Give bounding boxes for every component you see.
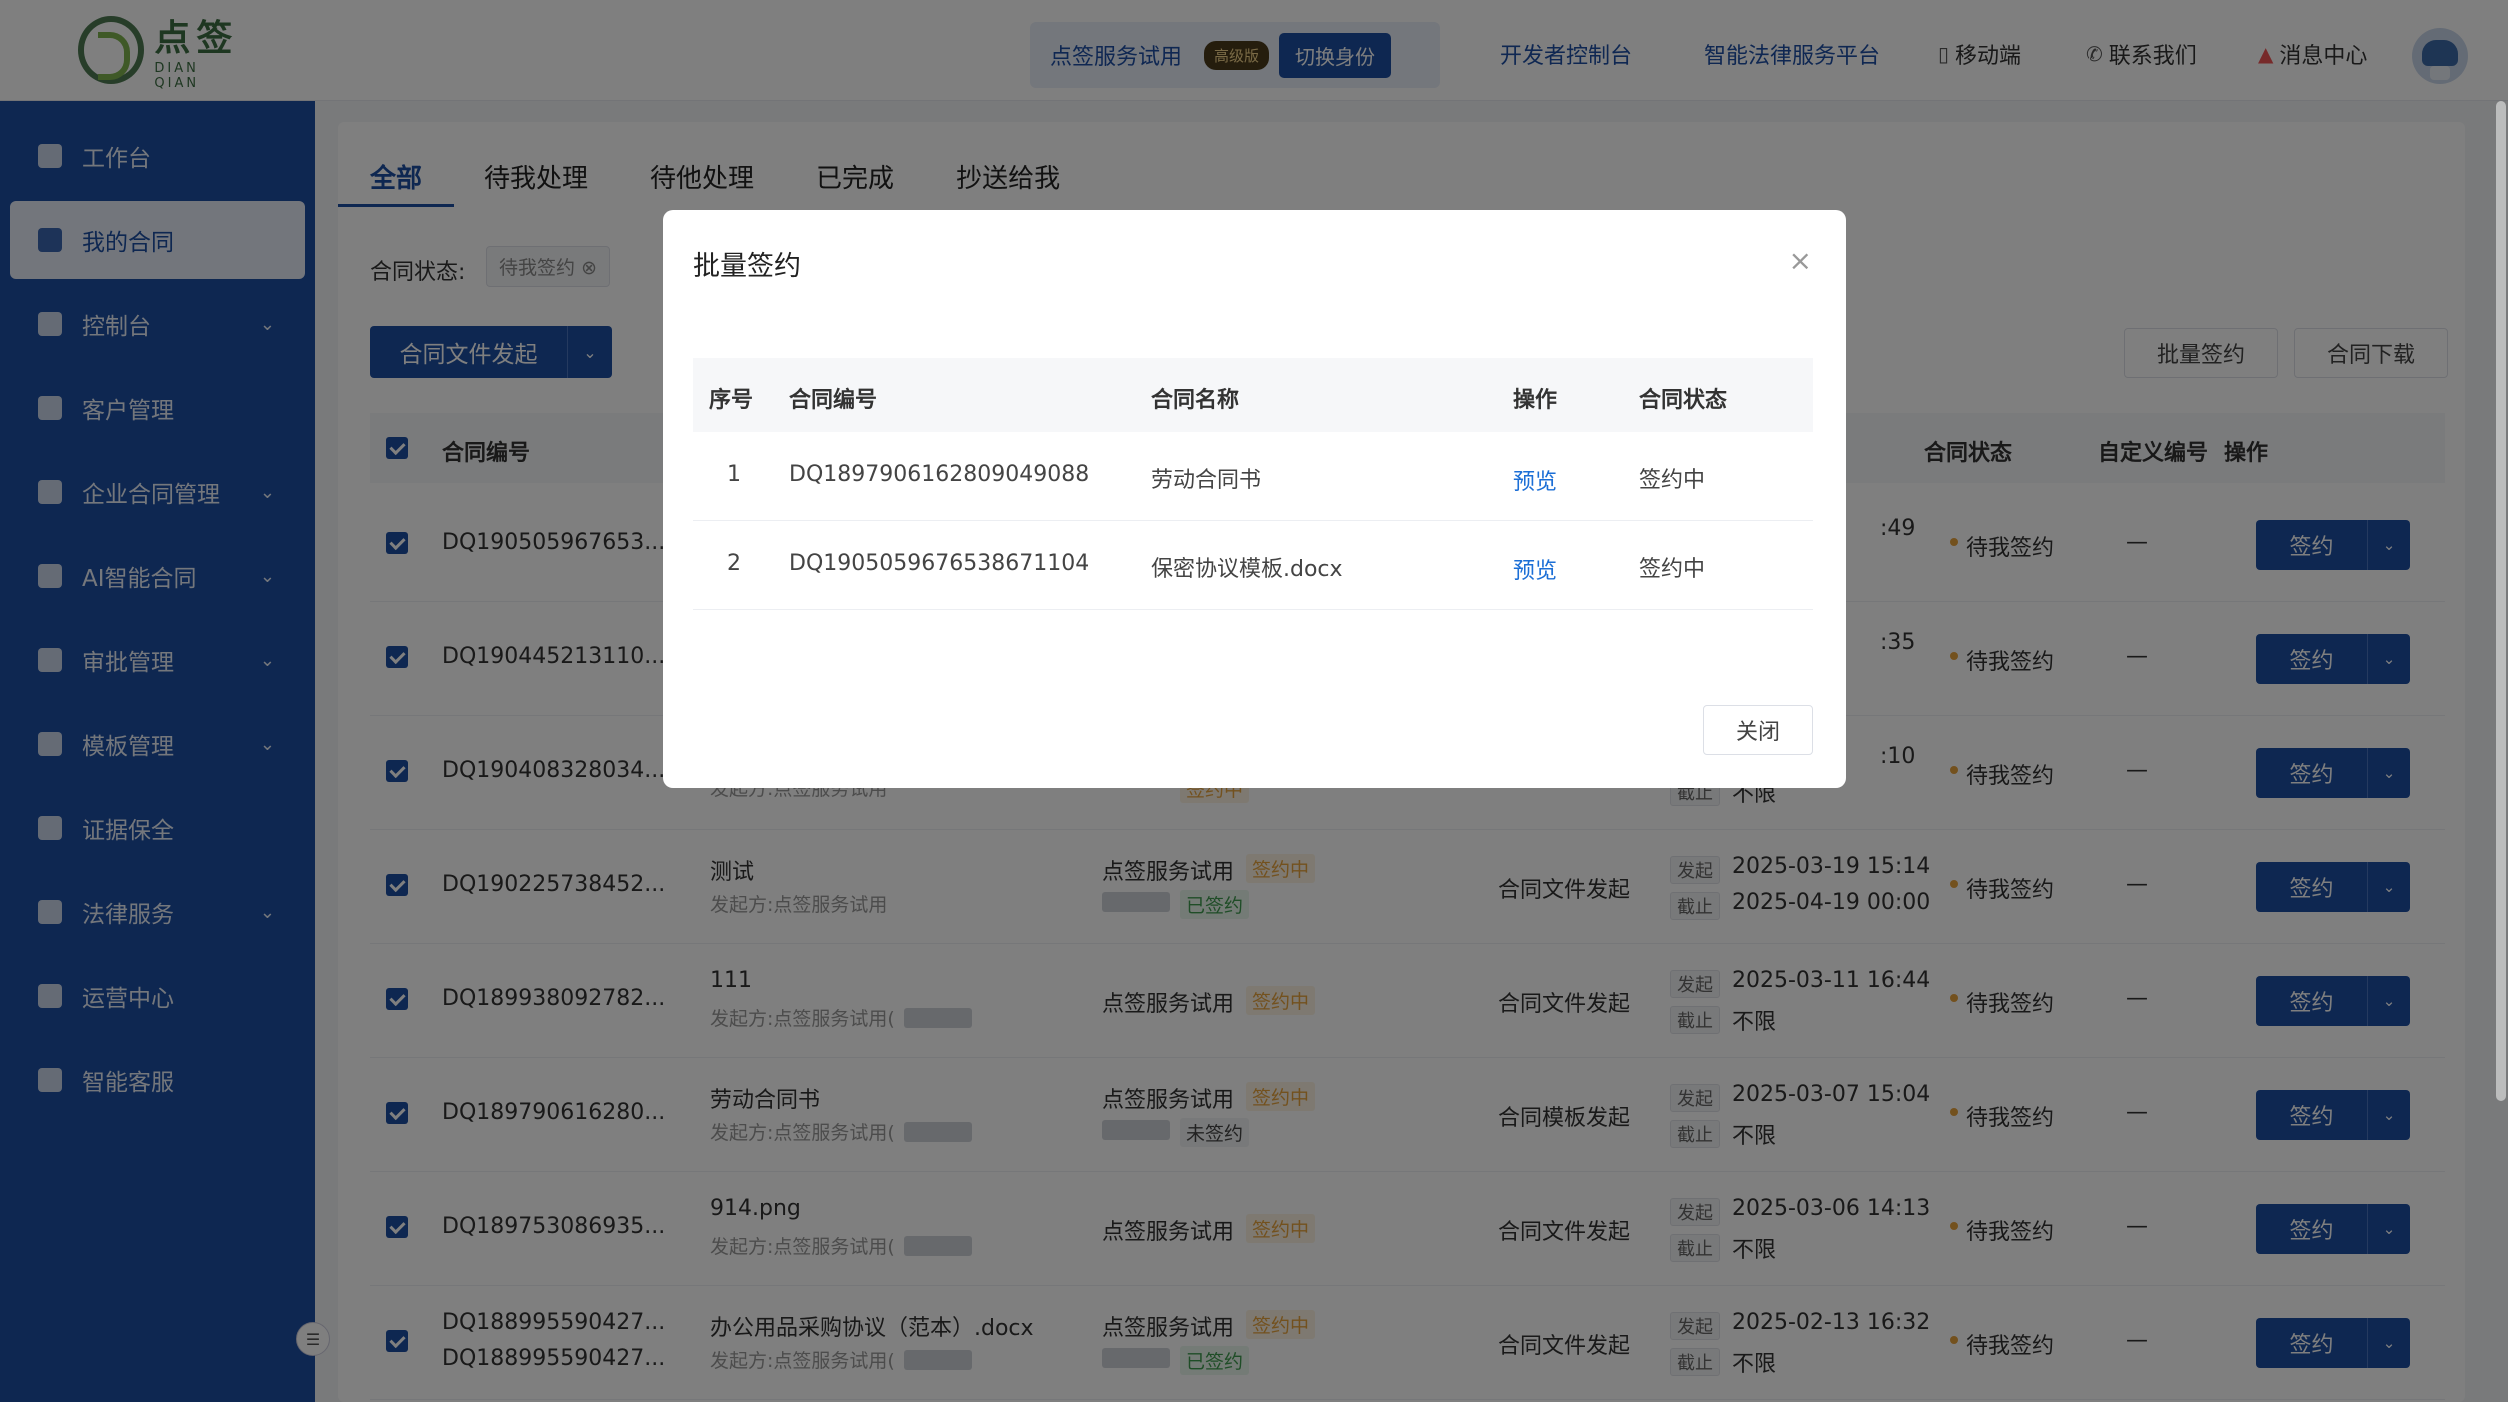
row-contract-number: DQ1897906162809049088 [789,462,1090,487]
dialog-table-row: 2 DQ1905059676538671104 保密协议模板.docx 预览 签… [693,521,1813,610]
row-contract-name: 保密协议模板.docx [1151,557,1343,582]
page-scrollbar[interactable] [2496,101,2506,1101]
dialog-table-row: 1 DQ1897906162809049088 劳动合同书 预览 签约中 [693,432,1813,521]
close-icon[interactable]: × [1789,244,1812,277]
dialog-table-header: 序号 合同编号 合同名称 操作 合同状态 [693,358,1813,432]
preview-link[interactable]: 预览 [1513,553,1557,585]
preview-link[interactable]: 预览 [1513,464,1557,496]
column-header-name: 合同名称 [1151,388,1240,413]
row-contract-name: 劳动合同书 [1151,468,1262,493]
row-index: 1 [727,462,741,487]
dialog-title: 批量签约 [693,251,801,282]
column-header-index: 序号 [709,388,754,413]
batch-sign-dialog: 批量签约 × 序号 合同编号 合同名称 操作 合同状态 1 DQ18979061… [663,210,1846,788]
row-index: 2 [727,551,741,576]
column-header-status: 合同状态 [1639,388,1728,413]
row-contract-number: DQ1905059676538671104 [789,551,1090,576]
dialog-table: 序号 合同编号 合同名称 操作 合同状态 1 DQ189790616280904… [693,358,1813,610]
column-header-action: 操作 [1513,388,1558,413]
column-header-number: 合同编号 [789,388,878,413]
row-status: 签约中 [1639,557,1706,582]
close-button[interactable]: 关闭 [1703,705,1813,755]
row-status: 签约中 [1639,468,1706,493]
